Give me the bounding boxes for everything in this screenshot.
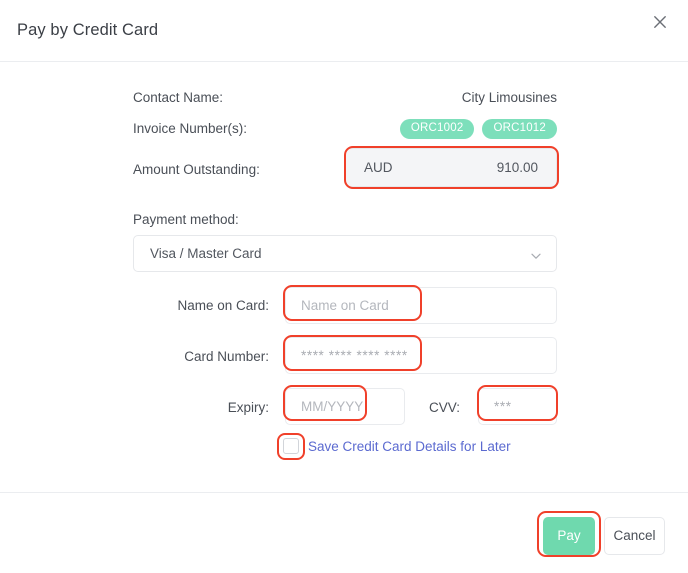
name-on-card-input[interactable]: Name on Card bbox=[285, 287, 557, 324]
invoice-badge[interactable]: ORC1012 bbox=[482, 119, 557, 140]
name-on-card-label: Name on Card: bbox=[177, 298, 269, 313]
payment-method-selected-value: Visa / Master Card bbox=[150, 246, 262, 261]
invoice-badge[interactable]: ORC1002 bbox=[399, 119, 475, 140]
dialog-header: Pay by Credit Card bbox=[0, 0, 688, 62]
expiry-input[interactable]: MM/YYYY bbox=[285, 388, 405, 425]
cvv-label: CVV: bbox=[428, 400, 460, 415]
invoice-number-label: Invoice Number(s): bbox=[133, 121, 248, 136]
contact-name-value: City Limousines bbox=[461, 90, 557, 105]
payment-method-select[interactable]: Visa / Master Card bbox=[133, 235, 557, 272]
card-number-input[interactable]: **** **** **** **** bbox=[285, 337, 557, 374]
save-card-label[interactable]: Save Credit Card Details for Later bbox=[308, 439, 511, 454]
name-on-card-placeholder: Name on Card bbox=[301, 298, 389, 313]
pay-button[interactable]: Pay bbox=[543, 517, 595, 555]
close-icon[interactable] bbox=[648, 10, 672, 34]
contact-name-label: Contact Name: bbox=[133, 90, 224, 105]
amount-value: 910.00 bbox=[496, 160, 538, 175]
expiry-placeholder: MM/YYYY bbox=[301, 399, 364, 414]
card-number-label: Card Number: bbox=[184, 349, 269, 364]
expiry-label: Expiry: bbox=[227, 400, 269, 415]
card-number-placeholder: **** **** **** **** bbox=[301, 348, 408, 363]
amount-outstanding-label: Amount Outstanding: bbox=[133, 162, 260, 177]
dialog-title: Pay by Credit Card bbox=[17, 21, 159, 39]
save-card-checkbox[interactable] bbox=[283, 438, 299, 454]
cvv-placeholder: *** bbox=[494, 399, 512, 414]
cvv-input[interactable]: *** bbox=[478, 388, 557, 425]
chevron-down-icon bbox=[530, 249, 542, 261]
invoice-badge-list: ORC1002 ORC1012 bbox=[399, 119, 557, 140]
payment-method-label: Payment method: bbox=[133, 212, 239, 227]
amount-currency: AUD bbox=[364, 160, 393, 175]
dialog-footer: Pay Cancel bbox=[0, 492, 688, 573]
dialog-body: Contact Name: City Limousines Invoice Nu… bbox=[0, 62, 688, 492]
amount-outstanding-box: AUD 910.00 bbox=[345, 148, 557, 187]
pay-by-credit-card-dialog: Pay by Credit Card Contact Name: City Li… bbox=[0, 0, 688, 573]
cancel-button[interactable]: Cancel bbox=[604, 517, 665, 555]
